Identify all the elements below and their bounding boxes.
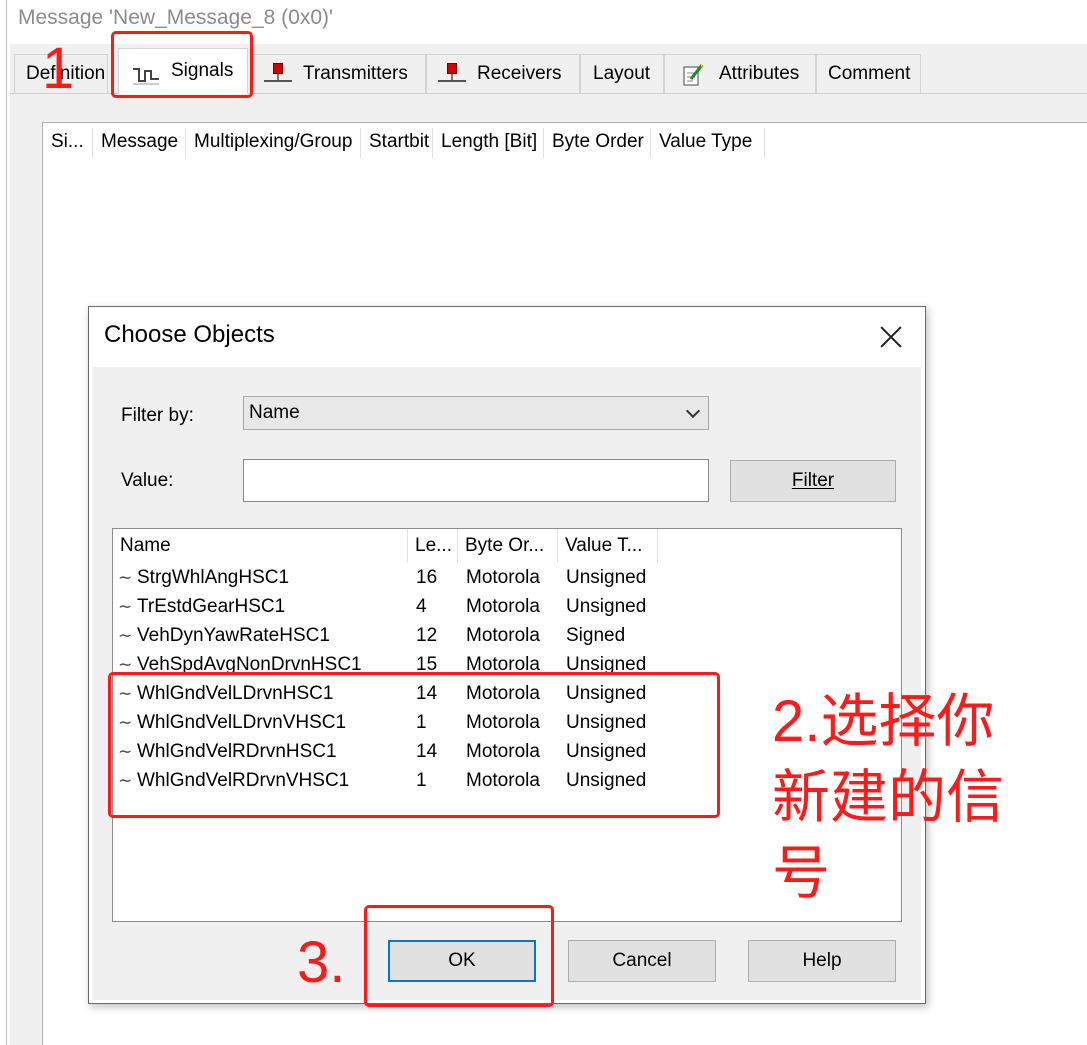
annotation-box-selected-signals bbox=[108, 672, 720, 818]
signal-byte-order: Motorola bbox=[466, 567, 540, 588]
column-header[interactable]: Value Type bbox=[651, 128, 765, 158]
annotation-step-2: 2.选择你新建的信号 bbox=[772, 689, 1005, 906]
tab-layout[interactable]: Layout bbox=[580, 54, 664, 93]
signal-value-type: Unsigned bbox=[566, 596, 647, 617]
annotation-box-ok-button bbox=[364, 905, 554, 1007]
cancel-button[interactable]: Cancel bbox=[568, 940, 716, 982]
chevron-down-icon bbox=[685, 403, 701, 419]
annotation-step-1: 1 bbox=[42, 36, 75, 101]
close-icon[interactable] bbox=[879, 325, 903, 349]
column-header[interactable]: Byte Order bbox=[544, 128, 651, 158]
annotation-step-3: 3. bbox=[297, 930, 346, 995]
tab-comment[interactable]: Comment bbox=[816, 54, 921, 93]
column-header[interactable]: Multiplexing/Group bbox=[186, 128, 361, 158]
list-column-header[interactable]: Value T... bbox=[558, 529, 658, 563]
signal-name: StrgWhlAngHSC1 bbox=[137, 567, 290, 588]
list-column-header[interactable]: Byte Or... bbox=[458, 529, 558, 563]
help-button[interactable]: Help bbox=[748, 940, 896, 982]
signal-value-type: Unsigned bbox=[566, 567, 647, 588]
column-header[interactable]: Message bbox=[93, 128, 186, 158]
tab-transmitters[interactable]: Transmitters bbox=[252, 54, 426, 93]
signal-length: 16 bbox=[416, 567, 438, 588]
list-column-header[interactable]: Name bbox=[113, 529, 408, 563]
transmitter-icon bbox=[263, 62, 293, 85]
annotation-box-signals-tab bbox=[111, 31, 253, 98]
help-button-label: Help bbox=[802, 950, 842, 971]
signal-wave-icon: ∼ bbox=[118, 568, 133, 587]
tab-receivers[interactable]: Receivers bbox=[426, 54, 580, 93]
tab-label: Comment bbox=[828, 63, 911, 84]
tab-label: Layout bbox=[593, 63, 651, 84]
signal-name: TrEstdGearHSC1 bbox=[137, 596, 286, 617]
signal-length: 12 bbox=[416, 625, 438, 646]
filter-by-label: Filter by: bbox=[121, 405, 194, 426]
signal-byte-order: Motorola bbox=[466, 625, 540, 646]
column-header[interactable]: Length [Bit] bbox=[433, 128, 544, 158]
signal-wave-icon: ∼ bbox=[118, 597, 133, 616]
attributes-icon bbox=[679, 63, 705, 86]
tab-label: Receivers bbox=[477, 63, 562, 84]
column-header[interactable]: Si... bbox=[43, 128, 93, 158]
signal-value-type: Signed bbox=[566, 625, 626, 646]
value-input[interactable] bbox=[243, 459, 709, 502]
value-label: Value: bbox=[121, 470, 174, 491]
signal-length: 4 bbox=[416, 596, 427, 617]
list-column-header[interactable]: Le... bbox=[408, 529, 458, 563]
signal-byte-order: Motorola bbox=[466, 596, 540, 617]
filter-by-select[interactable]: Name bbox=[243, 396, 709, 430]
signal-wave-icon: ∼ bbox=[118, 626, 133, 645]
filter-button[interactable]: Filter bbox=[730, 460, 896, 502]
filter-by-value: Name bbox=[249, 402, 300, 423]
list-item[interactable]: ∼ TrEstdGearHSC1 4 Motorola Unsigned bbox=[113, 592, 713, 621]
window-left-edge bbox=[6, 0, 7, 1045]
tab-label: Attributes bbox=[719, 63, 800, 84]
tab-attributes[interactable]: Attributes bbox=[664, 54, 816, 93]
column-header[interactable]: Startbit bbox=[361, 128, 433, 158]
tab-label: Transmitters bbox=[303, 63, 408, 84]
cancel-button-label: Cancel bbox=[612, 950, 672, 971]
receiver-icon bbox=[437, 62, 467, 85]
dialog-title: Choose Objects bbox=[104, 321, 275, 348]
list-item[interactable]: ∼ VehDynYawRateHSC1 12 Motorola Signed bbox=[113, 621, 713, 650]
list-item[interactable]: ∼ StrgWhlAngHSC1 16 Motorola Unsigned bbox=[113, 563, 713, 592]
window-title: Message 'New_Message_8 (0x0)' bbox=[18, 6, 333, 29]
signal-name: VehDynYawRateHSC1 bbox=[137, 625, 330, 646]
filter-button-label: Filter bbox=[791, 470, 835, 491]
